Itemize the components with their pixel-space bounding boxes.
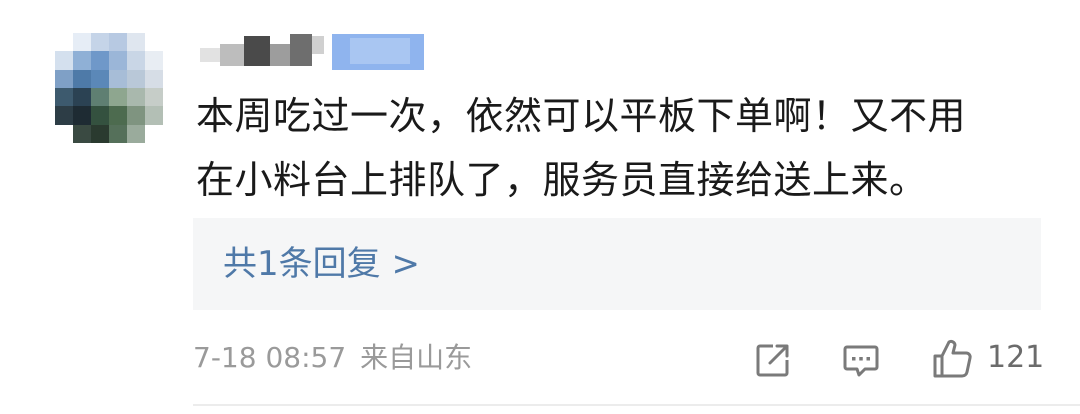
avatar-pixel <box>73 106 91 125</box>
divider <box>193 404 1080 406</box>
avatar-pixel <box>127 106 145 125</box>
avatar-pixel <box>109 124 127 143</box>
thumbs-up-icon <box>933 339 972 378</box>
comment-text: 本周吃过一次，依然可以平板下单啊！又不用 在小料台上排队了，服务员直接给送上来。 <box>196 84 1056 212</box>
avatar-pixel <box>127 124 145 143</box>
username-pixel <box>270 44 290 66</box>
avatar-pixel <box>127 69 145 88</box>
avatar-pixel <box>109 106 127 125</box>
avatar-pixel <box>145 51 163 70</box>
avatar-pixel <box>145 106 163 125</box>
avatar-pixel <box>55 69 73 88</box>
like-count: 121 <box>987 340 1045 375</box>
avatar-pixel <box>55 88 73 107</box>
avatar-pixel <box>109 33 127 52</box>
avatar-pixel <box>127 51 145 70</box>
avatar-pixel <box>145 88 163 107</box>
username-pixel <box>350 38 410 64</box>
avatar-pixel <box>127 88 145 107</box>
view-replies-link[interactable]: 共1条回复 > <box>223 242 420 286</box>
avatar-pixel <box>145 124 163 143</box>
avatar-pixel <box>109 88 127 107</box>
replies-box[interactable]: 共1条回复 > <box>193 218 1041 310</box>
avatar-pixel <box>73 33 91 52</box>
avatar-pixel <box>55 106 73 125</box>
avatar-pixel <box>91 33 109 52</box>
avatar-pixel <box>91 106 109 125</box>
avatar-pixel <box>127 33 145 52</box>
comment-footer: 7-18 08:57 来自山东 121 <box>193 334 1045 384</box>
avatar-pixel <box>73 124 91 143</box>
share-icon <box>756 344 789 377</box>
comment-line: 本周吃过一次，依然可以平板下单啊！又不用 <box>196 94 967 138</box>
avatar-pixel <box>145 69 163 88</box>
username[interactable] <box>200 30 430 74</box>
comment-line: 在小料台上排队了，服务员直接给送上来。 <box>196 158 928 202</box>
like-button[interactable]: 121 <box>929 334 1045 384</box>
username-pixel <box>290 34 312 66</box>
comment-location: 来自山东 <box>360 341 473 374</box>
username-pixel <box>312 36 324 54</box>
reply-button[interactable] <box>839 338 883 382</box>
avatar-pixel <box>91 51 109 70</box>
avatar-pixel <box>109 69 127 88</box>
avatar-pixel <box>109 51 127 70</box>
avatar-pixel <box>73 51 91 70</box>
avatar-pixel <box>91 88 109 107</box>
comment-timestamp: 7-18 08:57 <box>193 341 347 374</box>
avatar-pixel <box>55 33 73 52</box>
avatar-pixel <box>91 124 109 143</box>
share-button[interactable] <box>751 338 795 382</box>
comment-icon <box>843 345 879 377</box>
avatar[interactable] <box>55 33 163 143</box>
username-pixel <box>200 48 220 62</box>
avatar-pixel <box>73 69 91 88</box>
avatar-pixel <box>91 69 109 88</box>
comment-meta: 7-18 08:57 来自山东 <box>193 338 472 378</box>
avatar-pixel <box>145 33 163 52</box>
avatar-pixel <box>55 124 73 143</box>
avatar-pixel <box>55 51 73 70</box>
avatar-pixel <box>73 88 91 107</box>
username-pixel <box>244 36 270 66</box>
username-pixel <box>220 44 244 66</box>
